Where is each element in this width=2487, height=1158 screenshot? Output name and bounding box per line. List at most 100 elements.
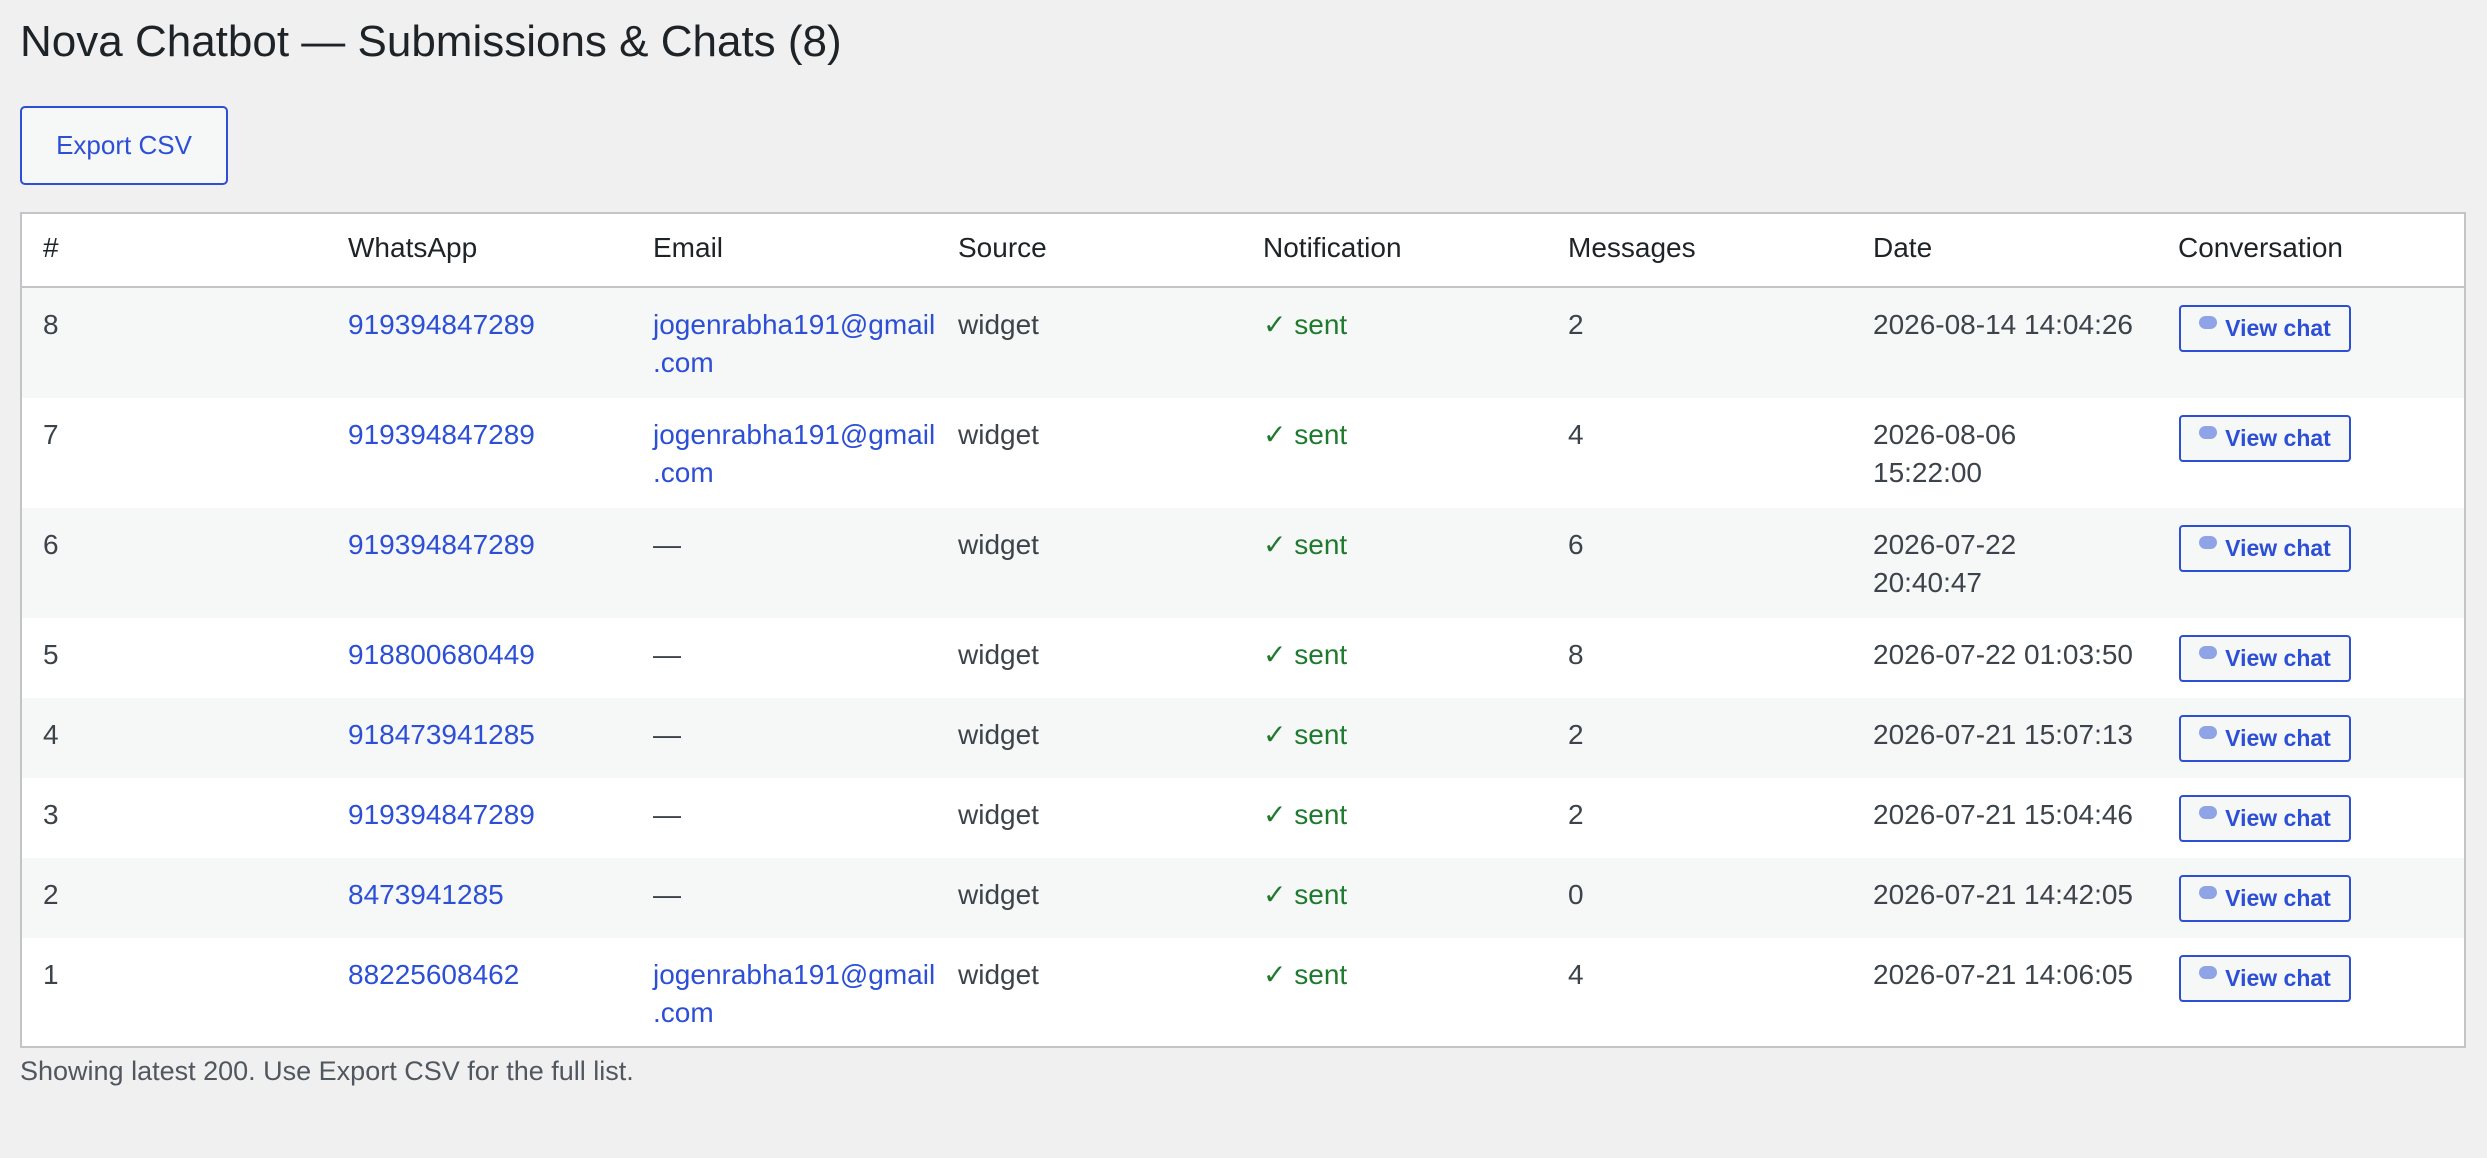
table-row: 4 918473941285 — widget ✓ sent 2 2026-07-21 15… — [22, 698, 2464, 778]
source-value: widget — [958, 639, 1039, 670]
table-row: 5 918800680449 — widget ✓ sent 8 2026-07-22 01… — [22, 618, 2464, 698]
view-chat-button[interactable]: View chat — [2179, 955, 2351, 1002]
view-chat-button[interactable]: View chat — [2179, 635, 2351, 682]
email-link: — — [653, 636, 681, 674]
email-link: — — [653, 876, 681, 914]
speech-bubble-icon — [2199, 426, 2218, 439]
page-title: Nova Chatbot — Submissions & Chats (8) — [20, 17, 842, 66]
message-count: 2 — [1568, 799, 1584, 830]
date-value: 2026-07-21 14:42:05 — [1873, 876, 2133, 914]
message-count: 6 — [1568, 529, 1584, 560]
date-line-1: 2026-07-21 14:06:05 — [1873, 959, 2133, 990]
message-count: 2 — [1568, 719, 1584, 750]
whatsapp-link[interactable]: 919394847289 — [348, 416, 535, 454]
column-header-conversation: Conversation — [2178, 232, 2343, 263]
view-chat-button[interactable]: View chat — [2179, 525, 2351, 572]
table-row: 6 919394847289 — widget ✓ sent 6 2026-07-22 20:… — [22, 508, 2464, 618]
notification-status: ✓ sent — [1263, 639, 1348, 670]
email-line-1: — — [653, 799, 681, 830]
speech-bubble-icon — [2199, 726, 2218, 739]
email-link[interactable]: jogenrabha191@gmail .com — [653, 956, 935, 1032]
date-line-1: 2026-07-21 15:07:13 — [1873, 719, 2133, 750]
whatsapp-link[interactable]: 919394847289 — [348, 306, 535, 344]
row-id: 4 — [43, 719, 59, 750]
speech-bubble-icon — [2199, 316, 2218, 329]
date-line-1: 2026-07-22 01:03:50 — [1873, 639, 2133, 670]
column-header-source: Source — [958, 232, 1047, 263]
view-chat-label: View chat — [2225, 535, 2331, 561]
date-value: 2026-08-14 14:04:26 — [1873, 306, 2133, 344]
source-value: widget — [958, 719, 1039, 750]
notification-status: ✓ sent — [1263, 309, 1348, 340]
date-line-2: 15:22:00 — [1873, 457, 1982, 488]
notification-status: ✓ sent — [1263, 959, 1348, 990]
view-chat-button[interactable]: View chat — [2179, 715, 2351, 762]
table-body: 8 919394847289 jogenrabha191@gmail .com widg… — [22, 288, 2464, 1048]
date-line-1: 2026-08-14 14:04:26 — [1873, 309, 2133, 340]
column-header-messages: Messages — [1568, 232, 1696, 263]
view-chat-button[interactable]: View chat — [2179, 415, 2351, 462]
date-line-2: 20:40:47 — [1873, 567, 1982, 598]
message-count: 2 — [1568, 309, 1584, 340]
notification-status: ✓ sent — [1263, 799, 1348, 830]
email-line-2: .com — [653, 997, 714, 1028]
whatsapp-link[interactable]: 918800680449 — [348, 636, 535, 674]
email-link: — — [653, 716, 681, 754]
view-chat-label: View chat — [2225, 425, 2331, 451]
notification-status: ✓ sent — [1263, 719, 1348, 750]
date-line-1: 2026-08-06 — [1873, 419, 2017, 450]
source-value: widget — [958, 309, 1039, 340]
notification-status: ✓ sent — [1263, 419, 1348, 450]
message-count: 4 — [1568, 959, 1584, 990]
date-value: 2026-08-06 15:22:00 — [1873, 416, 2016, 492]
message-count: 0 — [1568, 879, 1584, 910]
date-line-1: 2026-07-21 15:04:46 — [1873, 799, 2133, 830]
whatsapp-link[interactable]: 88225608462 — [348, 956, 519, 994]
column-header-id: # — [43, 232, 59, 263]
date-value: 2026-07-22 20:40:47 — [1873, 526, 2016, 602]
date-value: 2026-07-21 15:04:46 — [1873, 796, 2133, 834]
table-row: 2 8473941285 — widget ✓ sent 0 2026-07-21 14:4… — [22, 858, 2464, 938]
row-id: 8 — [43, 309, 59, 340]
email-link: — — [653, 526, 681, 564]
speech-bubble-icon — [2199, 966, 2218, 979]
email-line-2: .com — [653, 457, 714, 488]
source-value: widget — [958, 799, 1039, 830]
notification-status: ✓ sent — [1263, 529, 1348, 560]
source-value: widget — [958, 879, 1039, 910]
email-line-2: .com — [653, 347, 714, 378]
column-header-notification: Notification — [1263, 232, 1402, 263]
row-id: 1 — [43, 959, 59, 990]
export-csv-button[interactable]: Export CSV — [20, 106, 228, 185]
row-id: 3 — [43, 799, 59, 830]
date-value: 2026-07-22 01:03:50 — [1873, 636, 2133, 674]
row-id: 6 — [43, 529, 59, 560]
view-chat-button[interactable]: View chat — [2179, 875, 2351, 922]
email-line-1: — — [653, 719, 681, 750]
speech-bubble-icon — [2199, 646, 2218, 659]
email-link[interactable]: jogenrabha191@gmail .com — [653, 416, 935, 492]
view-chat-label: View chat — [2225, 885, 2331, 911]
table-row: 8 919394847289 jogenrabha191@gmail .com widg… — [22, 288, 2464, 398]
email-line-1: — — [653, 529, 681, 560]
date-value: 2026-07-21 15:07:13 — [1873, 716, 2133, 754]
row-id: 2 — [43, 879, 59, 910]
email-line-1: jogenrabha191@gmail — [653, 959, 936, 990]
table-row: 3 919394847289 — widget ✓ sent 2 2026-07-21 15… — [22, 778, 2464, 858]
view-chat-label: View chat — [2225, 725, 2331, 751]
email-line-1: jogenrabha191@gmail — [653, 419, 936, 450]
speech-bubble-icon — [2199, 806, 2218, 819]
whatsapp-link[interactable]: 918473941285 — [348, 716, 535, 754]
column-header-date: Date — [1873, 232, 1933, 263]
source-value: widget — [958, 959, 1039, 990]
row-id: 7 — [43, 419, 59, 450]
whatsapp-link[interactable]: 919394847289 — [348, 796, 535, 834]
table-header: # WhatsApp Email Source Notification Mes… — [22, 214, 2464, 288]
view-chat-button[interactable]: View chat — [2179, 305, 2351, 352]
email-link[interactable]: jogenrabha191@gmail .com — [653, 306, 935, 382]
whatsapp-link[interactable]: 8473941285 — [348, 876, 504, 914]
footer-note: Showing latest 200. Use Export CSV for t… — [20, 1056, 634, 1086]
whatsapp-link[interactable]: 919394847289 — [348, 526, 535, 564]
view-chat-button[interactable]: View chat — [2179, 795, 2351, 842]
view-chat-label: View chat — [2225, 965, 2331, 991]
